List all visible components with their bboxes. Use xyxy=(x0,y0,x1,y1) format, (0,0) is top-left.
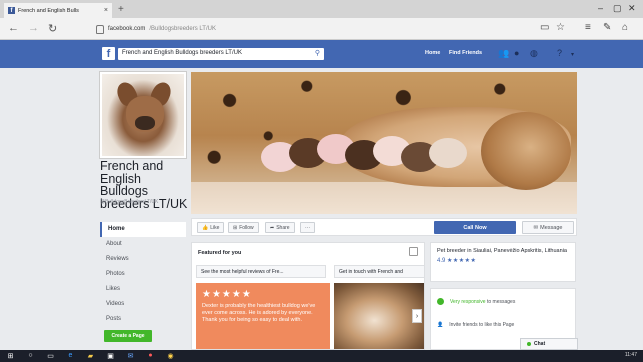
page-action-bar: 👍 Like ⊞ Follow ➦ Share ··· Call Now ✉ Messa… xyxy=(191,218,577,236)
address-bar: ← → ↻ facebook.com/Bulldogsbreeders LT/U… xyxy=(0,18,643,40)
nav-home-link[interactable]: Home xyxy=(425,50,440,56)
cover-photo[interactable] xyxy=(191,72,577,214)
featured-tab-reviews[interactable]: See the most helpful reviews of Fre... xyxy=(196,265,326,278)
create-page-button[interactable]: Create a Page xyxy=(104,330,152,342)
hub-icon[interactable]: ≡ xyxy=(585,22,591,33)
featured-options-icon[interactable] xyxy=(409,247,418,256)
search-icon[interactable]: ⚲ xyxy=(315,49,320,57)
nav-item-posts[interactable]: Posts xyxy=(100,312,186,327)
follow-button[interactable]: ⊞ Follow xyxy=(228,222,259,233)
page-nav: Home About Reviews Photos Likes Videos P… xyxy=(100,222,186,327)
rating[interactable]: 4.9 ★★★★★ xyxy=(437,257,569,264)
profile-picture[interactable] xyxy=(100,72,186,158)
maximize-icon[interactable]: ▢ xyxy=(613,3,622,14)
chat-online-icon xyxy=(527,342,531,346)
notifications-icon[interactable]: ◍ xyxy=(530,48,538,59)
like-icon: 👍 xyxy=(202,224,209,231)
tab-title: French and English Bulls xyxy=(18,7,79,14)
store-icon[interactable]: ▣ xyxy=(106,351,115,360)
refresh-icon[interactable]: ↻ xyxy=(48,22,57,35)
facebook-favicon-icon: f xyxy=(8,7,15,14)
tab-close-icon[interactable]: × xyxy=(104,7,108,14)
edge-icon[interactable]: e xyxy=(66,351,75,360)
like-button[interactable]: 👍 Like xyxy=(197,222,225,233)
page-handle[interactable]: @BulldogsBreedersLT/UK xyxy=(100,199,158,205)
nav-item-home[interactable]: Home xyxy=(100,222,186,237)
url-host: facebook.com xyxy=(108,26,146,32)
windows-taskbar: ⊞ ○ ▭ e ▰ ▣ ✉ ● ◉ 11:47 xyxy=(0,350,643,362)
start-icon[interactable]: ⊞ xyxy=(6,351,15,360)
chat-button[interactable]: Chat xyxy=(520,338,578,350)
facebook-header: f French and English Bulldogs breeders L… xyxy=(0,40,643,68)
nav-item-photos[interactable]: Photos xyxy=(100,267,186,282)
browser-tab-bar: f French and English Bulls × + – ▢ ✕ xyxy=(0,0,643,18)
forward-icon[interactable]: → xyxy=(28,22,39,34)
search-value: French and English Bulldogs breeders LT/… xyxy=(122,50,242,56)
about-card: Pet breeder in Siauliai, Panevėžio Apskr… xyxy=(430,242,576,282)
facebook-logo-icon[interactable]: f xyxy=(102,47,115,60)
invite-friends-row[interactable]: 👤 Invite friends to like this Page xyxy=(437,322,514,328)
messenger-icon: ✉ xyxy=(533,224,539,231)
taskbar-search-icon[interactable]: ○ xyxy=(26,351,35,360)
task-view-icon[interactable]: ▭ xyxy=(46,351,55,360)
new-tab-button[interactable]: + xyxy=(118,4,124,15)
featured-title: Featured for you xyxy=(198,250,242,256)
friend-requests-icon[interactable]: 👥 xyxy=(498,48,509,59)
share-button[interactable]: ➦ Share xyxy=(265,222,295,233)
search-input[interactable]: French and English Bulldogs breeders LT/… xyxy=(118,48,324,60)
browser-tab[interactable]: f French and English Bulls × xyxy=(4,3,112,18)
review-text: Dexter is probably the healthiest bulldo… xyxy=(202,303,316,323)
share-icon[interactable]: ⌂ xyxy=(622,22,628,33)
invite-icon: 👤 xyxy=(437,322,444,328)
lock-icon xyxy=(96,24,104,34)
responsive-badge-icon xyxy=(437,298,444,305)
review-stars: ★★★★★ xyxy=(202,289,252,300)
back-icon[interactable]: ← xyxy=(8,22,19,34)
nav-item-videos[interactable]: Videos xyxy=(100,297,186,312)
web-note-icon[interactable]: ✎ xyxy=(603,22,611,33)
follow-icon: ⊞ xyxy=(233,224,238,231)
messages-icon[interactable]: ● xyxy=(514,48,519,58)
reading-view-icon[interactable]: ▭ xyxy=(540,22,549,33)
rating-value: 4.9 xyxy=(437,258,446,264)
minimize-icon[interactable]: – xyxy=(598,3,603,13)
nav-item-reviews[interactable]: Reviews xyxy=(100,252,186,267)
mail-icon[interactable]: ✉ xyxy=(126,351,135,360)
url-field[interactable]: facebook.com/Bulldogsbreeders LT/UK xyxy=(96,22,536,36)
close-window-icon[interactable]: ✕ xyxy=(628,3,636,14)
message-button[interactable]: ✉ Message xyxy=(522,221,574,234)
help-icon[interactable]: ? xyxy=(557,48,562,58)
url-path: /Bulldogsbreeders LT/UK xyxy=(149,26,216,32)
review-card[interactable]: ★★★★★ Dexter is probably the healthiest … xyxy=(196,283,330,349)
app-icon[interactable]: ● xyxy=(146,351,155,360)
account-menu-icon[interactable]: ▾ xyxy=(571,51,574,58)
carousel-next-icon[interactable]: › xyxy=(412,309,422,323)
file-explorer-icon[interactable]: ▰ xyxy=(86,351,95,360)
business-category: Pet breeder in Siauliai, Panevėžio Apskr… xyxy=(437,248,567,254)
featured-image[interactable] xyxy=(334,283,424,349)
chrome-icon[interactable]: ◉ xyxy=(166,351,175,360)
responsiveness-row: Very responsive to messages xyxy=(437,298,515,305)
featured-panel: Featured for you See the most helpful re… xyxy=(191,242,425,350)
favorite-star-icon[interactable]: ☆ xyxy=(556,22,565,33)
nav-item-about[interactable]: About xyxy=(100,237,186,252)
featured-tab-contact[interactable]: Get in touch with French and xyxy=(334,265,424,278)
clock: 11:47 xyxy=(624,352,637,358)
share-arrow-icon: ➦ xyxy=(270,224,275,231)
call-now-button[interactable]: Call Now xyxy=(434,221,516,234)
rating-stars: ★★★★★ xyxy=(447,258,477,264)
more-button[interactable]: ··· xyxy=(300,222,315,233)
nav-find-friends-link[interactable]: Find Friends xyxy=(449,50,482,56)
nav-item-likes[interactable]: Likes xyxy=(100,282,186,297)
